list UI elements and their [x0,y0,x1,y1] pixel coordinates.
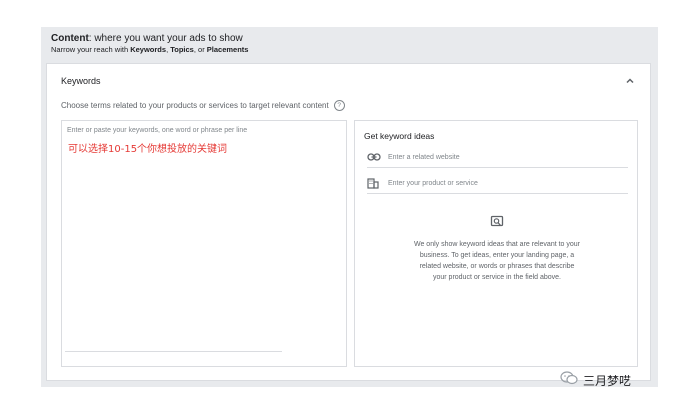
product-field[interactable]: Enter your product or service [367,173,628,194]
content-label: Content [51,33,89,44]
keyword-ideas-panel: Get keyword ideas Enter a related websit… [354,120,638,367]
textarea-divider [65,351,282,352]
keywords-card: Keywords Choose terms related to your pr… [46,63,651,381]
keywords-link: Keywords [130,45,167,54]
link-icon [367,150,381,164]
wechat-icon [560,371,578,390]
keywords-textarea[interactable]: Enter or paste your keywords, one word o… [61,120,347,367]
card-title: Keywords [61,76,101,86]
separator: , or [193,45,207,54]
instruction-row: Choose terms related to your products or… [61,100,345,111]
store-icon [367,176,381,190]
topics-link: Topics [170,45,194,54]
textarea-placeholder: Enter or paste your keywords, one word o… [67,127,248,134]
watermark: 三月梦呓 [560,371,631,390]
content-header: Content: where you want your ads to show… [51,33,648,55]
website-field[interactable]: Enter a related website [367,147,628,168]
narrow-prefix: Narrow your reach with [51,45,131,54]
content-panel: Content: where you want your ads to show… [41,27,658,387]
ideas-title: Get keyword ideas [364,131,435,141]
watermark-label: 三月梦呓 [583,374,632,388]
instruction-text: Choose terms related to your products or… [61,101,329,110]
annotation-note: 可以选择10-15个你想投放的关键词 [68,144,228,155]
content-description: : where you want your ads to show [88,33,243,44]
empty-state-message: We only show keyword ideas that are rele… [413,241,580,281]
search-lightbulb-icon [490,215,504,229]
help-circle-icon[interactable]: ? [333,100,345,111]
website-placeholder: Enter a related website [388,153,460,161]
product-placeholder: Enter your product or service [388,179,478,187]
placements-link: Placements [206,45,249,54]
chevron-up-icon[interactable] [624,74,636,86]
